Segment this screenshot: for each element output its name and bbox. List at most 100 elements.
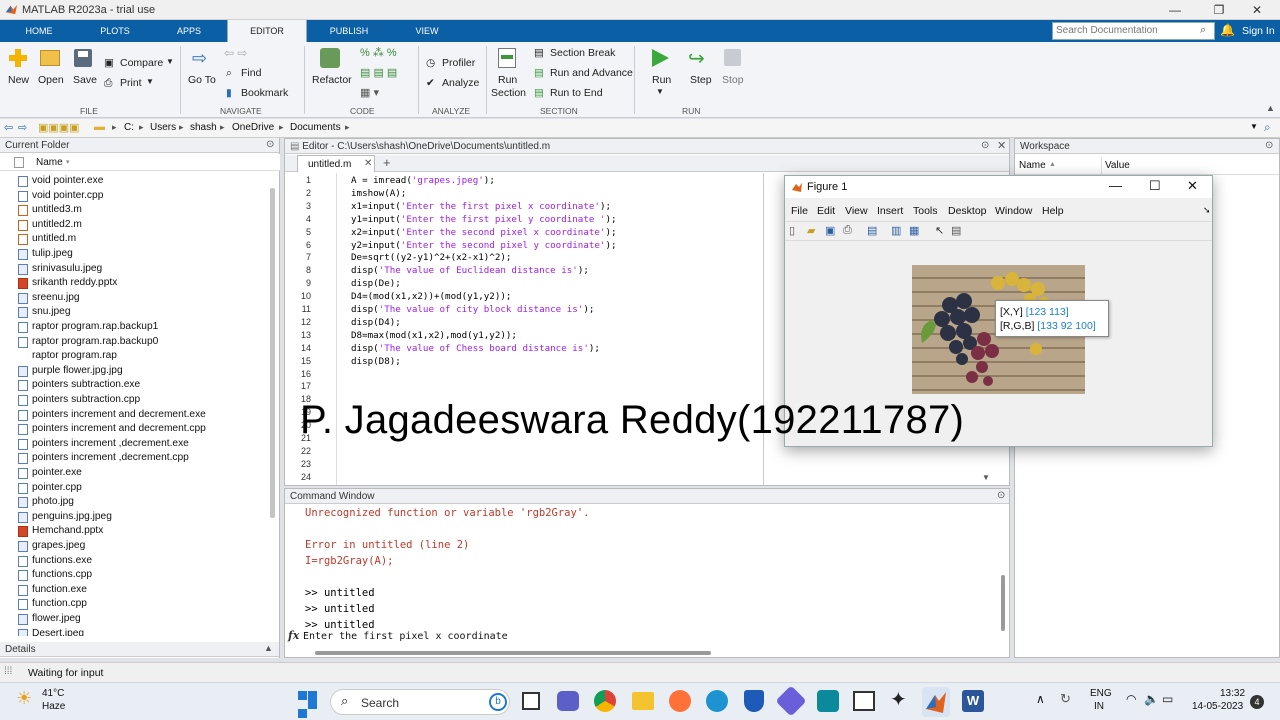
code-line[interactable]: disp('The value of Euclidean distance is… bbox=[351, 265, 589, 276]
figure-new-icon[interactable]: ▯ bbox=[789, 224, 795, 237]
analyze-icon[interactable]: ✔ bbox=[426, 77, 435, 89]
figure-menu-desktop[interactable]: Desktop bbox=[948, 205, 987, 217]
run-section-button[interactable]: Run bbox=[498, 74, 517, 86]
language-label[interactable]: ENG bbox=[1090, 688, 1112, 699]
code-line[interactable]: disp(D4); bbox=[351, 317, 401, 328]
ws-name-column[interactable]: Name bbox=[1019, 160, 1046, 171]
firefox-icon[interactable] bbox=[669, 690, 691, 712]
command-prompt-text[interactable]: Enter the first pixel x coordinate bbox=[303, 631, 508, 642]
clock-date[interactable]: 14-05-2023 bbox=[1192, 701, 1243, 712]
collapse-ribbon-icon[interactable]: ▲ bbox=[1266, 103, 1275, 113]
chevron-up-icon[interactable]: ▲ bbox=[264, 643, 273, 653]
step-icon[interactable]: ↪ bbox=[688, 46, 705, 71]
figure-menu-help[interactable]: Help bbox=[1042, 205, 1064, 217]
figure-menu-insert[interactable]: Insert bbox=[877, 205, 903, 217]
weather-desc[interactable]: Haze bbox=[42, 701, 65, 712]
app-teal-icon[interactable] bbox=[817, 690, 839, 712]
code-line[interactable]: disp('The value of Chess board distance … bbox=[351, 343, 600, 354]
run-to-end-icon[interactable]: ▤ bbox=[534, 87, 544, 99]
run-icon[interactable] bbox=[650, 48, 670, 68]
details-header[interactable]: Details bbox=[0, 642, 279, 657]
stop-icon[interactable] bbox=[724, 49, 741, 66]
bell-icon[interactable]: 🔔 bbox=[1220, 23, 1235, 37]
figure-menu-tools[interactable]: Tools bbox=[913, 205, 938, 217]
fx-icon[interactable]: fx bbox=[288, 629, 299, 642]
security-shield-icon[interactable] bbox=[744, 690, 764, 712]
back-arrow-icon[interactable]: ⇦ bbox=[4, 121, 13, 134]
compare-icon[interactable]: ▣ bbox=[104, 57, 114, 69]
figure-menu-overflow-icon[interactable]: ➘ bbox=[1203, 205, 1211, 216]
comment-icons[interactable]: % ⁂ % bbox=[360, 46, 397, 59]
run-section-icon[interactable] bbox=[498, 48, 516, 68]
figure-minimize-button[interactable]: — bbox=[1109, 178, 1122, 193]
run-to-end-button[interactable]: Run to End bbox=[550, 87, 603, 99]
weather-temp[interactable]: 41°C bbox=[42, 688, 64, 699]
breadcrumb-onedrive[interactable]: OneDrive bbox=[232, 122, 274, 133]
section-break-button[interactable]: Section Break bbox=[550, 47, 615, 59]
close-tab-icon[interactable]: ✕ bbox=[364, 158, 372, 169]
figure-menu-view[interactable]: View bbox=[845, 205, 868, 217]
figure-property-icon[interactable]: ▤ bbox=[951, 224, 961, 237]
bookmark-icon[interactable]: ▮ bbox=[226, 87, 232, 99]
panel-menu-icon[interactable]: ⊙ bbox=[266, 139, 274, 150]
save-button[interactable]: Save bbox=[73, 74, 97, 86]
task-view-icon[interactable] bbox=[522, 692, 540, 710]
editor-tab-untitled[interactable]: untitled.m ✕ bbox=[297, 155, 375, 172]
code-line[interactable]: imshow(A); bbox=[351, 188, 406, 199]
chrome-icon[interactable] bbox=[594, 690, 616, 712]
profiler-icon[interactable]: ◷ bbox=[426, 57, 435, 69]
chevron-up-icon[interactable]: ∧ bbox=[1036, 692, 1045, 706]
figure-maximize-button[interactable]: ☐ bbox=[1149, 178, 1161, 194]
code-line[interactable]: x1=input('Enter the first pixel x coordi… bbox=[351, 201, 611, 212]
run-and-advance-icon[interactable]: ▤ bbox=[534, 67, 544, 79]
tab-view[interactable]: VIEW bbox=[396, 20, 458, 42]
code-line[interactable]: D4=(mod(x1,x2))+(mod(y1,y2)); bbox=[351, 291, 511, 302]
forward-arrow-icon[interactable]: ⇨ bbox=[18, 121, 27, 134]
search-documentation-input[interactable]: Search Documentation bbox=[1052, 22, 1215, 40]
panel-menu-icon[interactable]: ⊙ bbox=[981, 140, 989, 151]
chevron-down-icon[interactable]: ▼ bbox=[166, 57, 174, 66]
goto-icon[interactable]: ⇨ bbox=[192, 48, 207, 69]
back-forward-icon[interactable]: ⇦ ⇨ bbox=[224, 46, 247, 60]
sync-icon[interactable]: ↻ bbox=[1060, 691, 1071, 707]
close-editor-icon[interactable]: ✕ bbox=[997, 139, 1006, 152]
code-line[interactable]: disp(De); bbox=[351, 278, 401, 289]
close-button[interactable]: ✕ bbox=[1242, 2, 1272, 18]
code-line[interactable]: y2=input('Enter the second pixel y coord… bbox=[351, 240, 617, 251]
chevron-down-icon[interactable]: ▼ bbox=[1250, 122, 1258, 131]
print-button[interactable]: Print bbox=[120, 77, 142, 89]
figure-save-icon[interactable]: ▣ bbox=[825, 224, 835, 237]
volume-icon[interactable]: 🔈 bbox=[1144, 692, 1159, 706]
copilot-icon[interactable] bbox=[775, 685, 807, 717]
folder-scrollbar[interactable] bbox=[270, 188, 275, 518]
refactor-icon[interactable] bbox=[320, 48, 340, 68]
figure-link-icon[interactable]: ▤ bbox=[867, 224, 877, 237]
figure-menu-edit[interactable]: Edit bbox=[817, 205, 835, 217]
figure-menu-window[interactable]: Window bbox=[995, 205, 1032, 217]
command-hscrollbar[interactable] bbox=[315, 651, 711, 655]
panel-menu-icon[interactable]: ⊙ bbox=[997, 490, 1005, 501]
notification-badge[interactable]: 4 bbox=[1250, 695, 1264, 709]
word-icon[interactable]: W bbox=[962, 690, 984, 712]
battery-icon[interactable]: ▭ bbox=[1162, 692, 1173, 706]
code-line[interactable]: A = imread('grapes.jpeg'); bbox=[351, 175, 495, 186]
breadcrumb-documents[interactable]: Documents bbox=[290, 122, 341, 133]
new-icon[interactable] bbox=[8, 48, 28, 68]
teams-icon[interactable] bbox=[557, 691, 579, 711]
clock-time[interactable]: 13:32 bbox=[1220, 688, 1245, 699]
save-icon[interactable] bbox=[74, 49, 92, 67]
wifi-icon[interactable]: ◠ bbox=[1126, 692, 1136, 706]
panel-menu-icon[interactable]: ⊙ bbox=[1265, 140, 1273, 151]
name-column-header[interactable]: Name bbox=[36, 157, 63, 168]
sign-in-link[interactable]: Sign In bbox=[1242, 25, 1275, 37]
indent-icons[interactable]: ▤ ▤ ▤ bbox=[360, 66, 397, 79]
find-icon[interactable]: ⌕ bbox=[226, 67, 232, 80]
search-icon[interactable]: ⌕ bbox=[1200, 24, 1206, 37]
run-button[interactable]: Run bbox=[652, 74, 671, 86]
goto-button[interactable]: Go To bbox=[188, 74, 216, 86]
weather-icon[interactable]: ☀ bbox=[16, 688, 32, 709]
windows-start-icon[interactable] bbox=[298, 691, 318, 718]
code-line[interactable]: disp(D8); bbox=[351, 356, 401, 367]
new-tab-button[interactable]: + bbox=[383, 155, 391, 170]
breadcrumb-shash[interactable]: shash bbox=[190, 122, 217, 133]
